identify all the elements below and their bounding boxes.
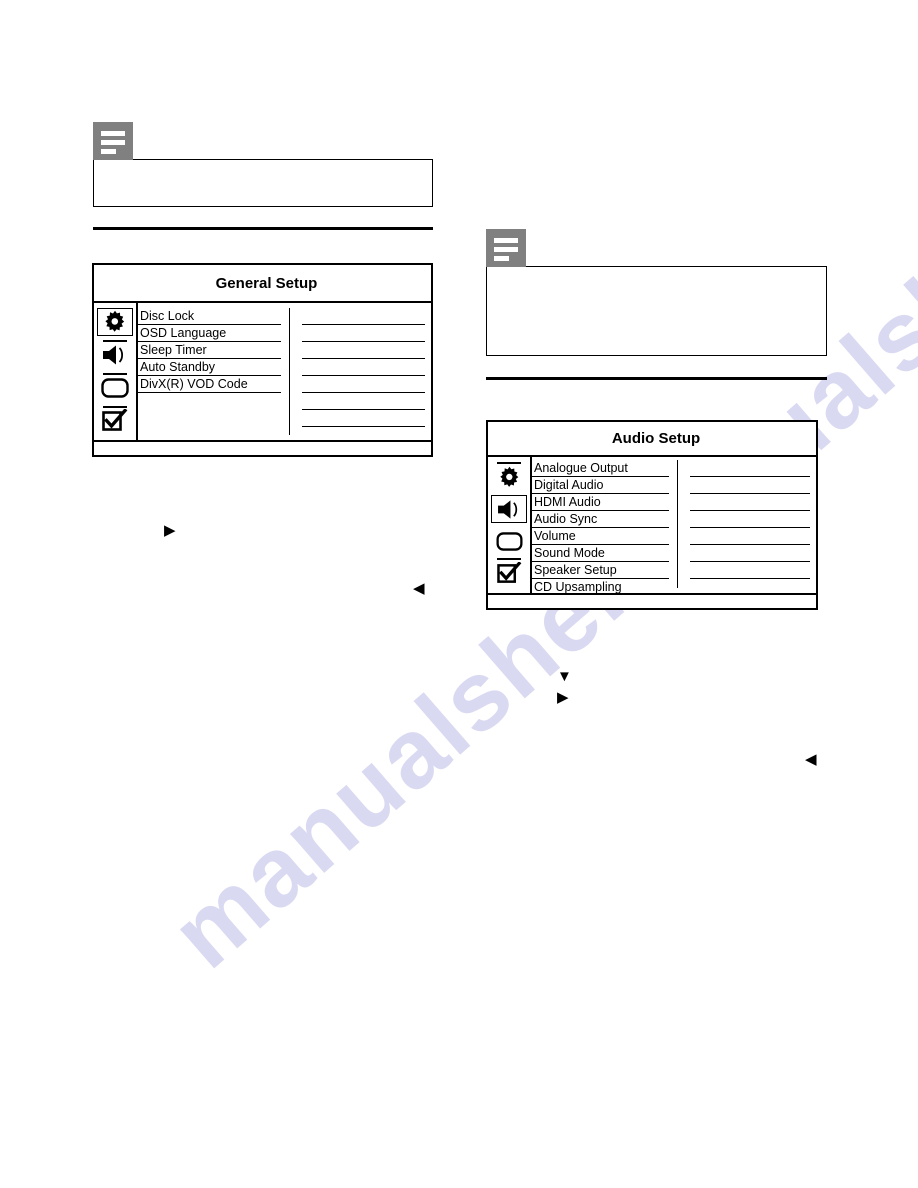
note-right-body <box>486 266 827 356</box>
value-row[interactable] <box>302 342 425 359</box>
sidebar-item-preference-setup[interactable] <box>491 558 527 587</box>
list-item[interactable]: Speaker Setup <box>532 562 669 579</box>
value-row[interactable] <box>302 393 425 410</box>
list-item[interactable]: HDMI Audio <box>532 494 669 511</box>
speaker-icon <box>101 344 129 366</box>
list-item[interactable]: OSD Language <box>138 325 281 342</box>
value-row[interactable] <box>302 410 425 427</box>
value-row[interactable] <box>302 325 425 342</box>
sidebar-item-general-setup[interactable] <box>97 308 133 336</box>
value-row[interactable] <box>302 308 425 325</box>
sidebar-item-video-setup[interactable] <box>97 373 133 402</box>
list-item[interactable]: Disc Lock <box>138 308 281 325</box>
general-setup-item-list: Disc Lock OSD Language Sleep Timer Auto … <box>138 308 290 435</box>
audio-setup-value-list <box>678 460 816 588</box>
value-row[interactable] <box>690 477 810 494</box>
list-item[interactable]: DivX(R) VOD Code <box>138 376 281 393</box>
value-row[interactable] <box>690 511 810 528</box>
note-right <box>486 229 827 356</box>
note-icon <box>486 229 526 267</box>
list-item[interactable]: Audio Sync <box>532 511 669 528</box>
video-screen-icon <box>495 531 523 551</box>
value-row[interactable] <box>690 528 810 545</box>
sidebar-item-general-setup[interactable] <box>491 462 527 491</box>
section-rule-left <box>93 227 433 230</box>
arrow-right-step-1: ▶ <box>164 522 176 539</box>
sidebar-item-preference-setup[interactable] <box>97 406 133 435</box>
value-row[interactable] <box>690 545 810 562</box>
arrow-left-step-1: ◀ <box>413 580 425 597</box>
general-setup-panel: General Setup Disc Lock OSD Language Sle… <box>92 263 433 457</box>
audio-setup-panel: Audio Setup Analogue Output Digital Audi… <box>486 420 818 610</box>
value-row[interactable] <box>302 376 425 393</box>
list-item-empty <box>138 393 281 410</box>
speaker-icon <box>496 499 523 520</box>
audio-setup-title: Audio Setup <box>488 422 816 457</box>
gear-icon <box>498 466 521 489</box>
section-rule-right <box>486 377 827 380</box>
manual-page: General Setup Disc Lock OSD Language Sle… <box>0 0 918 1188</box>
list-item[interactable]: CD Upsampling <box>532 579 669 596</box>
sidebar-item-video-setup[interactable] <box>491 527 527 555</box>
audio-setup-item-list: Analogue Output Digital Audio HDMI Audio… <box>532 460 678 594</box>
note-icon <box>93 122 133 160</box>
value-row[interactable] <box>690 562 810 579</box>
general-setup-value-list <box>290 308 431 435</box>
value-row[interactable] <box>690 460 810 477</box>
gear-icon <box>103 310 127 334</box>
value-row[interactable] <box>690 494 810 511</box>
note-left <box>93 122 433 207</box>
checkbox-check-icon <box>102 409 128 433</box>
sidebar-item-audio-setup[interactable] <box>97 340 133 369</box>
list-item-empty <box>138 410 281 427</box>
list-item-empty <box>138 427 281 444</box>
arrow-right-step-2: ▶ <box>557 689 569 706</box>
arrow-left-step-2: ◀ <box>805 751 817 768</box>
general-setup-title: General Setup <box>94 265 431 303</box>
list-item[interactable]: Analogue Output <box>532 460 669 477</box>
list-item[interactable]: Sleep Timer <box>138 342 281 359</box>
checkbox-check-icon <box>496 561 522 585</box>
list-item[interactable]: Sound Mode <box>532 545 669 562</box>
value-row[interactable] <box>302 359 425 376</box>
sidebar-item-audio-setup[interactable] <box>491 495 527 523</box>
list-item[interactable]: Volume <box>532 528 669 545</box>
note-left-body <box>93 159 433 207</box>
arrow-down-step-2: ▼ <box>557 668 572 685</box>
list-item[interactable]: Digital Audio <box>532 477 669 494</box>
audio-setup-icon-rail <box>488 457 532 593</box>
list-item[interactable]: Auto Standby <box>138 359 281 376</box>
general-setup-icon-rail <box>94 303 138 440</box>
video-screen-icon <box>101 378 129 398</box>
